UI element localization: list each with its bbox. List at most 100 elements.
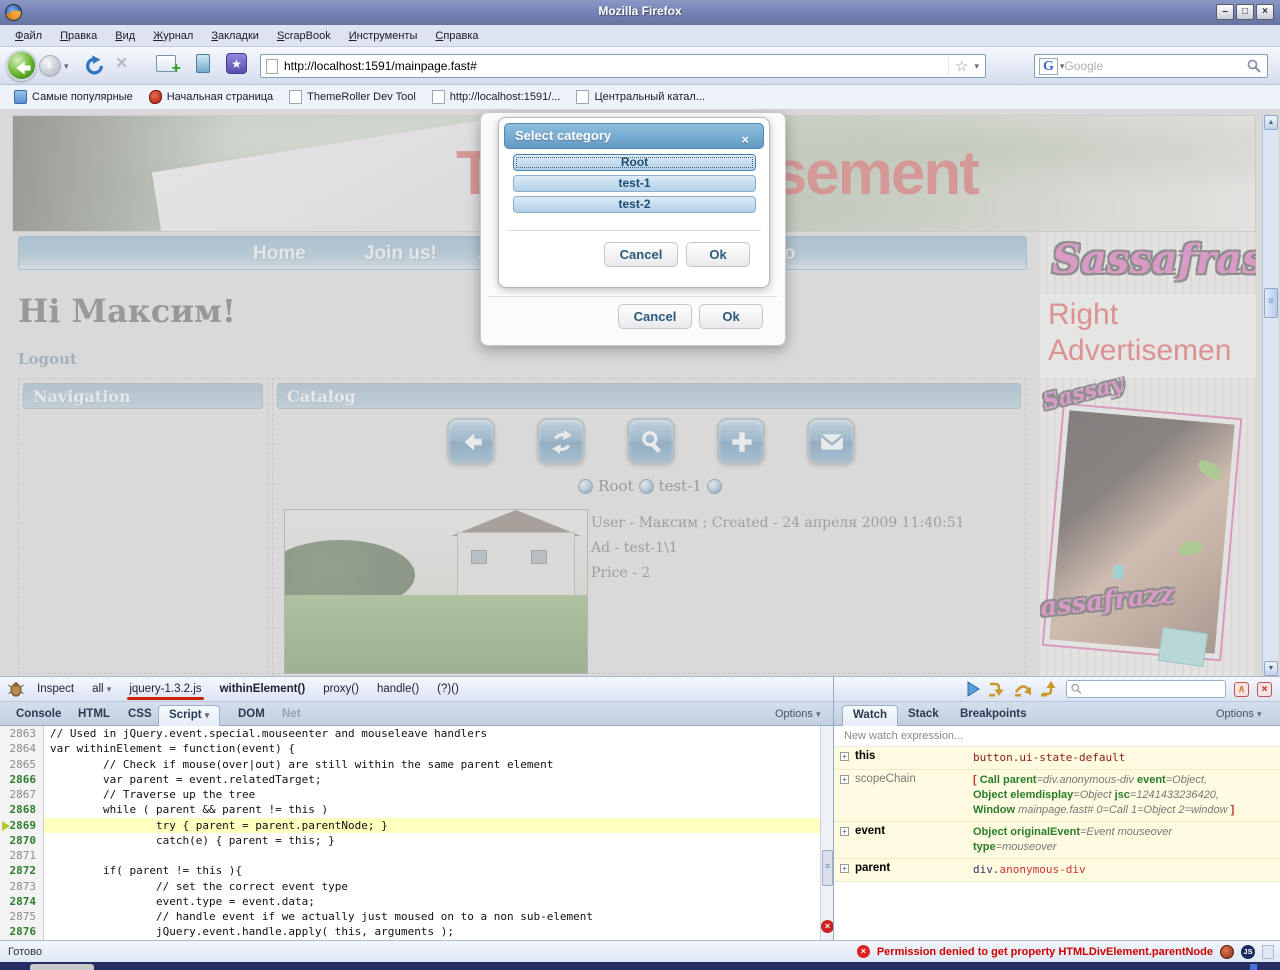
dialog-close-icon[interactable]: × — [741, 133, 749, 146]
category-button-test2[interactable]: test-2 — [513, 196, 756, 213]
expander-icon[interactable]: + — [840, 775, 849, 784]
watch-name[interactable]: this — [855, 750, 973, 766]
bookmark-star-toggle-icon[interactable]: ☆ — [948, 57, 974, 75]
firebug-close-button[interactable]: × — [1257, 682, 1272, 697]
tab-css[interactable]: CSS — [118, 705, 162, 726]
expander-icon[interactable]: + — [840, 827, 849, 836]
line-number[interactable]: 2875 — [0, 909, 44, 924]
line-number[interactable]: 2876 — [0, 924, 44, 939]
maximize-button[interactable]: □ — [1236, 4, 1254, 20]
expander-icon[interactable]: + — [840, 864, 849, 873]
step-over-button[interactable] — [1014, 681, 1032, 697]
line-number[interactable]: 2873 — [0, 879, 44, 894]
outer-ok-button[interactable]: Ok — [699, 304, 763, 329]
line-number[interactable]: 2872 — [0, 863, 44, 878]
menu-item[interactable]: Закладки — [202, 27, 268, 45]
function-link-anon[interactable]: (?)() — [437, 683, 459, 695]
function-link-withinelement[interactable]: withinElement() — [220, 683, 306, 695]
line-number[interactable]: 2868 — [0, 802, 44, 817]
history-dropdown-icon[interactable]: ▾ — [64, 61, 69, 72]
firebug-search-input[interactable] — [1083, 683, 1225, 695]
line-number[interactable]: 2866 — [0, 772, 44, 787]
back-button[interactable] — [6, 50, 37, 81]
scroll-down-button[interactable]: ▼ — [1264, 661, 1278, 676]
tab-net[interactable]: Net — [272, 705, 311, 726]
script-scrollbar[interactable]: × — [820, 726, 833, 940]
js-status-icon[interactable]: JS — [1241, 945, 1255, 959]
inspect-button[interactable]: Inspect — [37, 683, 74, 695]
url-input[interactable] — [284, 59, 948, 73]
watch-value[interactable]: div.anonymous-div — [973, 862, 1276, 878]
menu-item[interactable]: Вид — [106, 27, 144, 45]
outer-cancel-button[interactable]: Cancel — [618, 304, 692, 329]
function-link-handle[interactable]: handle() — [377, 683, 419, 695]
line-number[interactable]: 2867 — [0, 787, 44, 802]
function-link-proxy[interactable]: proxy() — [323, 683, 359, 695]
watch-value[interactable]: [ Call parent=div.anonymous-div event=Ob… — [973, 773, 1276, 818]
menu-item[interactable]: Правка — [51, 27, 106, 45]
line-number[interactable]: 2869 — [0, 818, 44, 833]
expander-icon[interactable]: + — [840, 752, 849, 761]
scroll-thumb[interactable] — [822, 850, 833, 886]
search-magnifier-icon[interactable] — [1246, 58, 1262, 74]
minimize-button[interactable]: – — [1216, 4, 1234, 20]
tab-watch[interactable]: Watch — [842, 705, 898, 726]
category-button-test1[interactable]: test-1 — [513, 175, 756, 192]
script-file-label[interactable]: jquery-1.3.2.js — [129, 683, 201, 695]
dialog-title-bar[interactable]: Select category × — [504, 123, 764, 149]
line-number[interactable]: 2871 — [0, 848, 44, 863]
url-dropdown-icon[interactable]: ▾ — [974, 61, 985, 72]
menu-item[interactable]: Файл — [6, 27, 51, 45]
menu-item[interactable]: Инструменты — [340, 27, 427, 45]
firebug-minimize-button[interactable]: ∧ — [1234, 682, 1249, 697]
tab-dom[interactable]: DOM — [228, 705, 275, 726]
step-out-button[interactable] — [1040, 681, 1058, 697]
bookmark-item[interactable]: ThemeRoller Dev Tool — [281, 88, 424, 106]
taskbar-button[interactable] — [30, 964, 94, 970]
tab-console[interactable]: Console — [6, 705, 71, 726]
step-into-button[interactable] — [988, 681, 1006, 697]
bookmark-item[interactable]: http://localhost:1591/... — [424, 88, 569, 106]
dialog-cancel-button[interactable]: Cancel — [604, 242, 678, 267]
panel-divider[interactable] — [833, 676, 834, 940]
menu-item[interactable]: ScrapBook — [268, 27, 340, 45]
stop-button[interactable]: × — [116, 53, 127, 75]
menu-item[interactable]: Журнал — [144, 27, 202, 45]
watch-value[interactable]: Object originalEvent=Event mouseovertype… — [973, 825, 1276, 855]
options-button-right[interactable]: Options ▾ — [1216, 708, 1262, 720]
watch-value[interactable]: button.ui-state-default — [973, 750, 1276, 766]
error-icon[interactable]: × — [857, 945, 870, 958]
scrapbook-icon[interactable] — [196, 54, 210, 73]
line-number[interactable]: 2864 — [0, 741, 44, 756]
tab-breakpoints[interactable]: Breakpoints — [950, 705, 1036, 726]
scroll-up-button[interactable]: ▲ — [1264, 115, 1278, 130]
reload-button[interactable] — [84, 55, 106, 77]
bookmark-item[interactable]: Центральный катал... — [568, 88, 712, 106]
resize-grip[interactable] — [1262, 945, 1274, 959]
forward-button[interactable] — [39, 55, 61, 77]
options-button-left[interactable]: Options ▾ — [775, 708, 821, 720]
menu-item[interactable]: Справка — [426, 27, 487, 45]
tab-stack[interactable]: Stack — [898, 705, 949, 726]
tab-html[interactable]: HTML — [68, 705, 120, 726]
continue-button[interactable] — [966, 681, 980, 697]
tab-script[interactable]: Script ▾ — [158, 705, 220, 726]
scroll-thumb[interactable] — [1264, 288, 1278, 318]
line-number[interactable]: 2863 — [0, 726, 44, 741]
watch-name[interactable]: parent — [855, 862, 973, 878]
bookmark-item[interactable]: Самые популярные — [6, 88, 141, 106]
category-button-root[interactable]: Root — [513, 154, 756, 171]
status-error-text[interactable]: Permission denied to get property HTMLDi… — [877, 946, 1213, 958]
new-tab-icon[interactable] — [156, 55, 176, 72]
bookmark-item[interactable]: Начальная страница — [141, 88, 281, 106]
firebug-status-icon[interactable] — [1220, 945, 1234, 959]
line-number[interactable]: 2865 — [0, 757, 44, 772]
page-scrollbar[interactable]: ▲ ▼ — [1262, 115, 1278, 676]
new-watch-expression[interactable]: New watch expression... — [834, 726, 1280, 747]
dialog-ok-button[interactable]: Ok — [686, 242, 750, 267]
watch-name[interactable]: scopeChain — [855, 773, 973, 818]
scope-dropdown[interactable]: all ▾ — [92, 683, 111, 695]
search-input[interactable] — [1064, 59, 1246, 73]
bookmarks-star-icon[interactable]: ★ — [226, 53, 247, 74]
watch-name[interactable]: event — [855, 825, 973, 855]
